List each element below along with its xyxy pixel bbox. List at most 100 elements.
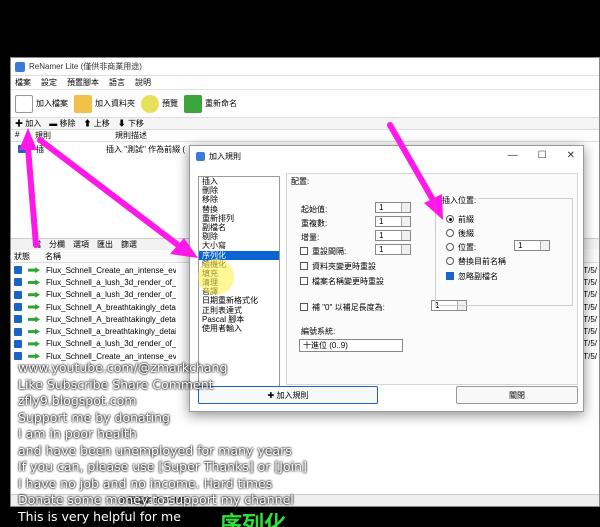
rule-type-item[interactable]: 正則表達式 xyxy=(199,306,279,315)
add-files-label: 加入檔案 xyxy=(36,99,68,108)
overlay-line: I am in poor health xyxy=(18,426,137,441)
close-icon[interactable]: ✕ xyxy=(567,150,575,161)
rule-type-item[interactable]: 替換 xyxy=(199,205,279,214)
numsys-label: 編號系統: xyxy=(301,327,336,336)
rule-type-item[interactable]: 刪除 xyxy=(199,186,279,195)
file-checkbox[interactable] xyxy=(14,327,22,336)
rename-button[interactable]: 重新命名 xyxy=(184,94,237,113)
menu-language[interactable]: 語言 xyxy=(109,77,125,88)
arrow-icon xyxy=(28,279,40,286)
start-spinner[interactable]: 1 xyxy=(375,202,411,213)
maximize-icon[interactable]: ☐ xyxy=(538,150,547,161)
insert-position-group: 插入位置: 前綴 後綴 位置: 1 替換目前名稱 忽略副檔名 xyxy=(435,195,573,306)
big-caption: 序列化 xyxy=(220,512,287,527)
skip-ext-checkbox[interactable] xyxy=(446,272,454,280)
rule-type-item[interactable]: 大小寫 xyxy=(199,241,279,250)
files-menu[interactable]: 檔 xyxy=(33,239,41,250)
repeat-spinner[interactable]: 1 xyxy=(375,216,411,227)
config-label: 配置: xyxy=(291,177,310,186)
pad-checkbox[interactable] xyxy=(300,303,308,311)
reset-every-label: 重設間隔: xyxy=(312,247,347,256)
add-rule-button[interactable]: ✚ 加入規則 xyxy=(198,386,378,404)
add-files-button[interactable]: 加入檔案 xyxy=(15,94,68,113)
file-checkbox[interactable] xyxy=(14,278,22,287)
reset-name-label: 檔案名稱變更時重設 xyxy=(312,277,384,286)
remove-rule-label: 移除 xyxy=(59,119,76,128)
folder-icon xyxy=(74,94,92,113)
move-up-button[interactable]: ⬆ 上移 xyxy=(83,118,109,129)
file-checkbox[interactable] xyxy=(14,290,22,299)
rule-checkbox[interactable] xyxy=(18,145,26,153)
replace-radio[interactable] xyxy=(446,257,454,265)
preview-button[interactable]: 預覽 xyxy=(141,94,178,113)
file-name: Flux_Schnell_Create_an_intense_evocati xyxy=(46,265,176,275)
add-folders-button[interactable]: 加入資料夾 xyxy=(74,94,135,113)
prefix-radio[interactable] xyxy=(446,215,454,223)
rename-label: 重新命名 xyxy=(205,99,237,108)
export-menu[interactable]: 匯出 xyxy=(97,239,113,250)
reset-every-checkbox[interactable] xyxy=(300,247,308,255)
rule-name: 插 xyxy=(36,144,44,154)
position-spinner[interactable]: 1 xyxy=(514,240,550,251)
rule-type-item[interactable]: 使用者輸入 xyxy=(199,324,279,333)
add-rule-button-label: 加入規則 xyxy=(276,390,309,400)
overlay-line: If you can, please use [Super Thanks] or… xyxy=(18,459,307,474)
file-checkbox[interactable] xyxy=(14,315,22,324)
app-title: ReNamer Lite (僅供非商業用途) xyxy=(29,62,142,71)
move-down-button[interactable]: ⬇ 下移 xyxy=(118,118,144,129)
files-col-name: 名稱 xyxy=(45,252,61,261)
file-checkbox[interactable] xyxy=(14,266,22,275)
add-rule-toolbar-button[interactable]: ✚ 加入 xyxy=(15,118,41,129)
checkmark-icon xyxy=(184,94,202,113)
repeat-label: 重複數: xyxy=(301,219,328,228)
remove-rule-button[interactable]: ▬ 移除 xyxy=(49,118,75,129)
overlay-line: Donate some money to support my channel xyxy=(18,492,294,507)
reset-every-spinner[interactable]: 1 xyxy=(375,244,411,255)
rule-type-item[interactable]: 移除 xyxy=(199,195,279,204)
numsys-select[interactable]: 十進位 (0..9) xyxy=(299,339,403,352)
rule-type-item[interactable]: 剔除 xyxy=(199,232,279,241)
reset-name-checkbox[interactable] xyxy=(300,277,308,285)
menu-help[interactable]: 說明 xyxy=(135,77,151,88)
rule-type-item[interactable]: 序列化 xyxy=(199,250,279,260)
overlay-line: This is very helpful for me xyxy=(18,508,181,524)
file-name: Flux_Schnell_a_breathtakingly_detailed_ xyxy=(46,327,176,337)
rule-type-item[interactable]: 日期重新格式化 xyxy=(199,296,279,305)
position-label: 位置: xyxy=(458,243,477,252)
arrow-icon xyxy=(28,291,40,298)
arrow-icon xyxy=(28,304,40,311)
columns-menu[interactable]: 分欄 xyxy=(49,239,65,250)
rules-col-rule: 規則 xyxy=(35,131,51,140)
file-new-name: T/5/ xyxy=(583,277,597,287)
replace-label: 替換目前名稱 xyxy=(458,257,506,266)
menu-presets[interactable]: 預置腳本 xyxy=(67,77,99,88)
rule-type-item[interactable]: 副檔名 xyxy=(199,223,279,232)
step-spinner[interactable]: 1 xyxy=(375,230,411,241)
arrow-icon xyxy=(28,267,40,274)
suffix-label: 後綴 xyxy=(458,229,474,238)
file-new-name: T/5/ xyxy=(583,314,597,324)
close-button[interactable]: 關閉 xyxy=(456,386,578,404)
filter-menu[interactable]: 篩選 xyxy=(121,239,137,250)
overlay-line: www.youtube.com/@zmarkchang xyxy=(18,360,228,375)
file-checkbox[interactable] xyxy=(14,303,22,312)
menu-settings[interactable]: 設定 xyxy=(41,77,57,88)
prefix-label: 前綴 xyxy=(458,215,474,224)
rule-type-item[interactable]: Pascal 腳本 xyxy=(199,315,279,324)
reset-folder-checkbox[interactable] xyxy=(300,262,308,270)
config-panel: 配置: 起始值: 1 重複數: 1 增量: 1 重設間隔: 1 資料夾變更時重設… xyxy=(286,173,578,385)
file-checkbox[interactable] xyxy=(14,339,22,348)
rule-type-item[interactable]: 插入 xyxy=(199,177,279,186)
add-files-icon xyxy=(15,94,33,113)
minimize-icon[interactable]: — xyxy=(508,150,518,161)
menu-file[interactable]: 檔案 xyxy=(15,77,31,88)
overlay-line: Support me by donating xyxy=(18,409,170,425)
overlay-line: zfly9.blogspot.com xyxy=(18,393,137,408)
arrow-icon xyxy=(28,328,40,335)
file-new-name: T/5/ xyxy=(583,302,597,312)
position-radio[interactable] xyxy=(446,243,454,251)
options-menu[interactable]: 選項 xyxy=(73,239,89,250)
suffix-radio[interactable] xyxy=(446,229,454,237)
insert-pos-label: 插入位置: xyxy=(440,195,479,206)
rule-type-item[interactable]: 重新排列 xyxy=(199,214,279,223)
